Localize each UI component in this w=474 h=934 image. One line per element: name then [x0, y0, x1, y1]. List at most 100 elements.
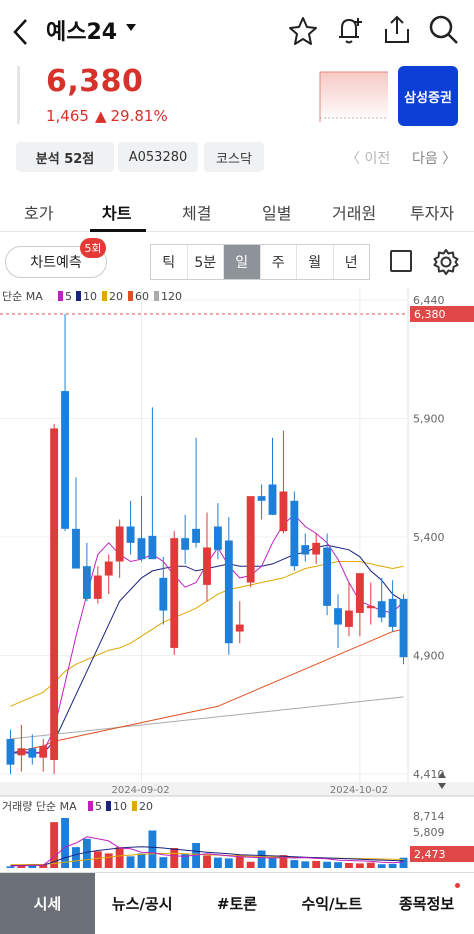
price-tick-label: 5,400: [413, 531, 445, 544]
candle-body: [224, 540, 233, 644]
volume-bar: [104, 853, 113, 868]
nav-news[interactable]: 뉴스/공시: [95, 873, 190, 934]
candle-body: [246, 496, 255, 583]
candle-body: [72, 528, 80, 569]
volume-legend-swatch: [106, 801, 111, 811]
tab-bar: 호가 차트 체결 일별 거래원 투자자: [0, 188, 474, 232]
candle-body: [148, 535, 157, 560]
nav-quote[interactable]: 시세: [0, 873, 95, 934]
current-volume-label: 2,473: [414, 848, 446, 861]
volume-bar: [246, 861, 255, 868]
ma-legend-swatch: [58, 291, 63, 301]
header: 예스24: [0, 0, 474, 62]
price-tick-label: 4,900: [413, 650, 445, 663]
analysis-score-tag[interactable]: 분석 52점: [16, 142, 114, 172]
bottom-nav: 시세 뉴스/공시 #토론 수익/노트 종목정보: [0, 872, 474, 934]
period-5min[interactable]: 5분: [188, 245, 224, 279]
date-tick-label: 2024-10-02: [330, 785, 388, 796]
period-month[interactable]: 월: [297, 245, 334, 279]
chevron-left-icon[interactable]: [12, 18, 30, 46]
candle-body: [82, 566, 91, 599]
volume-bar: [388, 863, 397, 868]
volume-bar: [203, 855, 211, 868]
volume-legend-label: 10: [113, 800, 127, 813]
price-bar: [17, 66, 20, 124]
volume-bar: [159, 857, 168, 868]
nav-notes[interactable]: 수익/노트: [284, 873, 379, 934]
candle-body: [50, 428, 59, 760]
volume-bar: [301, 861, 310, 868]
active-tab-indicator: [90, 229, 146, 232]
ma-legend-label: 60: [135, 290, 149, 303]
candle-body: [137, 538, 146, 560]
volume-bar: [61, 818, 69, 868]
volume-legend-label: 5: [95, 800, 102, 813]
candle-body: [170, 538, 179, 648]
volume-bar: [323, 861, 332, 868]
settings-gear-icon[interactable]: [432, 248, 460, 276]
candle-body: [115, 526, 124, 562]
volume-legend-label: 20: [139, 800, 153, 813]
volume-bar: [148, 830, 157, 868]
volume-bar: [345, 863, 353, 868]
chevron-down-icon[interactable]: [126, 24, 136, 31]
candle-body: [366, 605, 375, 609]
candle-body: [355, 573, 364, 613]
price-chart[interactable]: 6,440 5,900 5,400 4,900 4,410 6,380 2024-09-02…: [0, 288, 474, 872]
candle-body: [268, 484, 277, 515]
next-stock-button[interactable]: 다음 〉: [412, 148, 456, 168]
candle-body: [279, 491, 288, 532]
volume-bar: [137, 853, 146, 868]
candle-body: [323, 547, 332, 606]
volume-bar: [377, 864, 386, 868]
candle-body: [6, 738, 15, 765]
volume-bar: [224, 858, 233, 868]
period-week[interactable]: 주: [261, 245, 297, 279]
candle-body: [388, 598, 397, 627]
volume-bar: [115, 847, 124, 868]
tab-daily[interactable]: 일별: [262, 200, 291, 224]
candle-body: [213, 526, 222, 550]
volume-tick-label: 5,809: [413, 826, 445, 839]
price-tick-label: 4,410: [413, 768, 445, 781]
checkbox[interactable]: [390, 250, 412, 272]
bell-plus-icon[interactable]: [334, 14, 366, 46]
nav-stock-info[interactable]: 종목정보: [379, 873, 474, 934]
candle-body: [345, 610, 353, 627]
tab-orderbook[interactable]: 호가: [24, 200, 53, 224]
candle-body: [93, 575, 102, 599]
period-day[interactable]: 일: [224, 245, 261, 279]
candle-body: [192, 528, 201, 543]
stock-title[interactable]: 예스24: [46, 14, 117, 46]
ma-legend-swatch: [102, 291, 107, 301]
star-icon[interactable]: [288, 16, 318, 46]
search-icon[interactable]: [428, 14, 460, 46]
ma-legend-swatch: [76, 291, 81, 301]
up-arrow-icon: ▲: [94, 107, 107, 125]
candle-body: [301, 545, 310, 555]
volume-bar: [366, 862, 375, 868]
volume-bar: [93, 851, 102, 868]
volume-bar: [268, 858, 277, 868]
nav-discussion[interactable]: #토론: [190, 873, 285, 934]
candle-body: [203, 547, 211, 585]
share-icon[interactable]: [382, 14, 412, 46]
candle-body: [61, 391, 69, 529]
period-tick[interactable]: 틱: [151, 245, 188, 279]
candle-body: [104, 561, 113, 576]
tab-brokers[interactable]: 거래원: [332, 200, 376, 224]
ma-legend-prefix: 단순 MA: [2, 290, 43, 303]
broker-button[interactable]: 삼성증권: [398, 66, 458, 126]
volume-bar: [213, 857, 222, 868]
tab-chart[interactable]: 차트: [102, 200, 131, 224]
volume-bar: [82, 838, 91, 868]
ma-legend-label: 10: [83, 290, 97, 303]
mini-chart: [319, 71, 388, 122]
tab-trades[interactable]: 체결: [182, 200, 211, 224]
ma-legend-swatch: [128, 291, 133, 301]
tab-investors[interactable]: 투자자: [410, 200, 454, 224]
prev-stock-button[interactable]: 〈 이전: [346, 148, 390, 168]
candle-body: [17, 748, 26, 756]
volume-bar: [72, 847, 80, 868]
period-year[interactable]: 년: [334, 245, 370, 279]
